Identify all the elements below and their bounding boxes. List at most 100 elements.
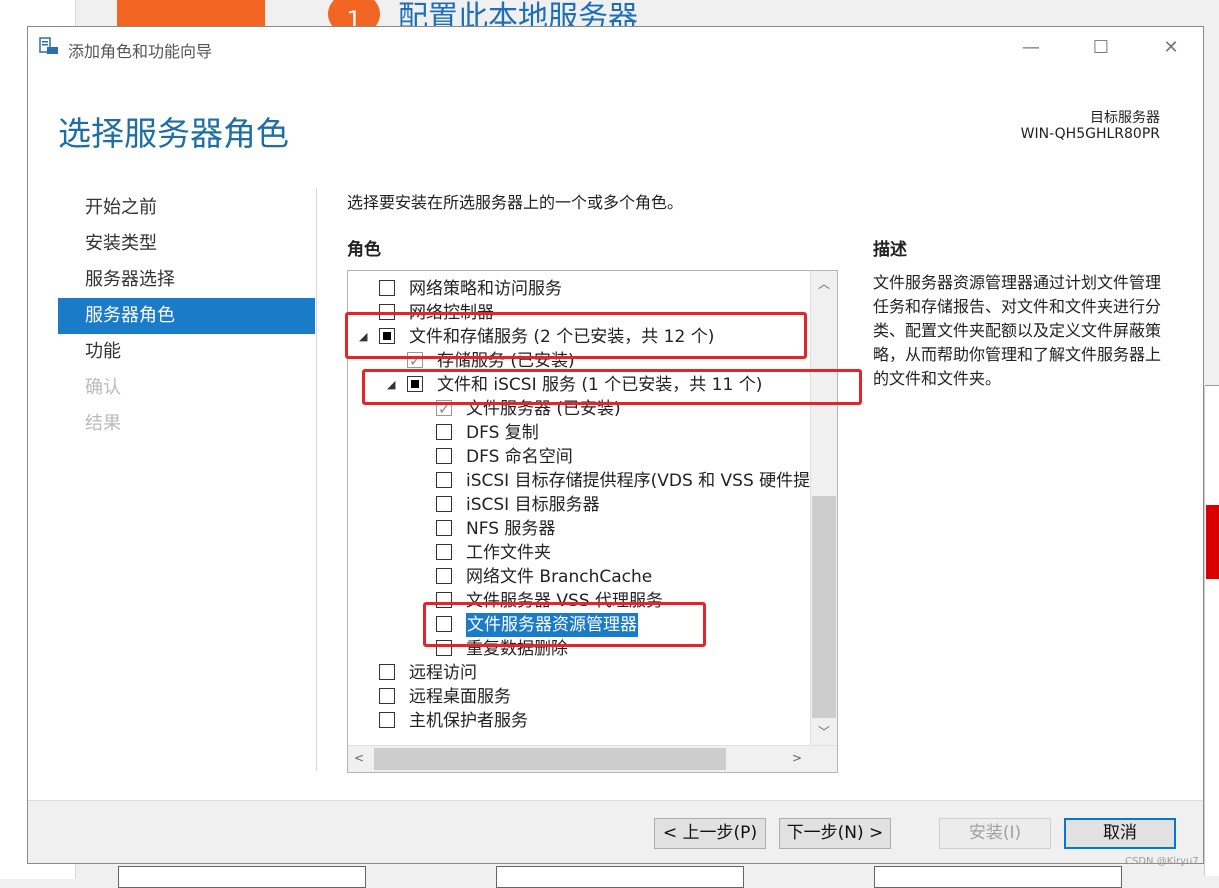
scroll-left-icon[interactable]: < [352,751,366,765]
role-checkbox[interactable] [436,592,452,608]
nav-item-features[interactable]: 功能 [58,334,315,370]
server-manager-icon [39,37,58,54]
nav-item-confirmation: 确认 [85,377,121,398]
role-row[interactable]: 工作文件夹 [348,541,810,565]
role-checkbox[interactable] [379,328,395,344]
role-label: DFS 复制 [466,423,539,443]
role-label: 主机保护者服务 [409,711,528,731]
role-row[interactable]: 网络控制器 [348,301,810,325]
role-checkbox[interactable] [379,712,395,728]
role-label: 文件服务器 (已安装) [466,399,621,419]
vertical-scroll-thumb[interactable] [812,496,836,718]
role-checkbox[interactable] [436,472,452,488]
expand-arrow-icon[interactable]: ◢ [359,325,367,349]
background-orange-tile [117,0,265,28]
role-row[interactable]: 文件服务器 (已安装) [348,397,810,421]
role-checkbox[interactable] [436,424,452,440]
role-checkbox[interactable] [436,616,452,632]
scroll-up-icon[interactable]: ︿ [811,275,837,292]
role-checkbox[interactable] [436,448,452,464]
background-tile [874,866,1122,888]
role-row[interactable]: NFS 服务器 [348,517,810,541]
background-tile [118,866,366,888]
previous-button[interactable]: < 上一步(P) [654,818,766,849]
role-label: 存储服务 (已安装) [437,351,575,371]
background-right-panel [1204,386,1219,876]
horizontal-scroll-thumb[interactable] [374,748,726,770]
role-row[interactable]: 存储服务 (已安装) [348,349,810,373]
nav-item-server-roles[interactable]: 服务器角色 [58,298,315,334]
role-row[interactable]: 远程桌面服务 [348,685,810,709]
nav-item-results: 结果 [85,413,121,434]
role-checkbox[interactable] [436,397,452,421]
vertical-scrollbar[interactable]: ︿ ﹀ [810,271,837,746]
role-label: 网络文件 BranchCache [466,567,653,587]
role-checkbox[interactable] [407,376,423,392]
role-label: 文件服务器资源管理器 [466,613,638,637]
role-label: 远程访问 [409,663,477,683]
role-row[interactable]: 远程访问 [348,661,810,685]
role-row[interactable]: 重复数据删除 [348,637,810,661]
target-server-name: WIN-QH5GHLR80PR [1020,126,1160,142]
minimize-button[interactable]: — [1016,35,1046,61]
nav-item-server-selection[interactable]: 服务器选择 [58,262,315,298]
scroll-down-icon[interactable]: ﹀ [811,723,837,740]
role-row[interactable]: 主机保护者服务 [348,709,810,733]
role-row[interactable]: 文件服务器 VSS 代理服务 [348,589,810,613]
install-button: 安装(I) [939,818,1051,849]
role-checkbox[interactable] [379,664,395,680]
role-label: 重复数据删除 [466,639,568,659]
role-checkbox[interactable] [436,520,452,536]
nav-item-installation-type[interactable]: 安装类型 [58,226,315,262]
close-button[interactable]: ✕ [1156,35,1186,61]
role-checkbox[interactable] [436,640,452,656]
role-checkbox[interactable] [407,349,423,373]
roles-header: 角色 [347,240,381,260]
role-row[interactable]: iSCSI 目标服务器 [348,493,810,517]
role-row[interactable]: 文件服务器资源管理器 [348,613,810,637]
background-red-tile [1206,505,1219,579]
role-label: NFS 服务器 [466,519,556,539]
role-row[interactable]: ◢ 文件和存储服务 (2 个已安装，共 12 个) [348,325,810,349]
roles-tree[interactable]: 主机保护者服务 远程桌面服务 远程访问 重复数据删除 文件服务器资源管理器 文件服务器 V… [347,270,838,773]
description-header: 描述 [873,240,907,260]
expand-arrow-icon[interactable]: ◢ [387,373,395,397]
watermark: CSDN @Kiryu7 [1125,856,1199,867]
role-row[interactable]: 网络文件 BranchCache [348,565,810,589]
role-label: iSCSI 目标存储提供程序(VDS 和 VSS 硬件提供程序) [466,471,838,491]
description-text: 文件服务器资源管理器通过计划文件管理任务和存储报告、对文件和文件夹进行分类、配置… [873,273,1162,388]
role-checkbox[interactable] [436,496,452,512]
target-server-label: 目标服务器 [1090,110,1160,126]
role-checkbox[interactable] [436,568,452,584]
wizard-nav: 开始之前 安装类型 服务器选择 服务器角色 功能 确认 结果 [58,190,315,442]
role-label: 文件和 iSCSI 服务 (1 个已安装，共 11 个) [437,375,763,395]
role-label: 文件服务器 VSS 代理服务 [466,591,664,611]
role-row[interactable]: DFS 复制 [348,421,810,445]
role-checkbox[interactable] [379,688,395,704]
nav-item-before-you-begin[interactable]: 开始之前 [58,190,315,226]
role-label: 网络策略和访问服务 [409,279,562,299]
role-label: DFS 命名空间 [466,447,573,467]
role-row[interactable]: iSCSI 目标存储提供程序(VDS 和 VSS 硬件提供程序) [348,469,837,493]
background-divider [1205,385,1219,386]
role-label: iSCSI 目标服务器 [466,495,600,515]
add-roles-wizard-window: 添加角色和功能向导 — ☐ ✕ 选择服务器角色 目标服务器 WIN-QH5GHL… [27,26,1204,864]
scroll-right-icon[interactable]: > [790,751,804,765]
role-checkbox[interactable] [379,304,395,320]
instruction-text: 选择要安装在所选服务器上的一个或多个角色。 [347,193,684,212]
role-row[interactable]: DFS 命名空间 [348,445,810,469]
next-button[interactable]: 下一步(N) > [779,818,891,849]
horizontal-scrollbar[interactable]: < > [348,745,837,772]
role-checkbox[interactable] [436,544,452,560]
role-label: 文件和存储服务 (2 个已安装，共 12 个) [409,327,715,347]
role-row[interactable]: ◢ 文件和 iSCSI 服务 (1 个已安装，共 11 个) [348,373,810,397]
role-label: 网络控制器 [409,303,494,323]
maximize-button[interactable]: ☐ [1086,35,1116,61]
role-row[interactable]: 网络策略和访问服务 [348,277,810,301]
cancel-button[interactable]: 取消 [1064,818,1176,849]
role-checkbox[interactable] [379,280,395,296]
page-title: 选择服务器角色 [58,114,289,153]
nav-divider [316,188,317,771]
title-bar[interactable]: 添加角色和功能向导 — ☐ ✕ [28,27,1203,69]
role-label: 远程桌面服务 [409,687,511,707]
